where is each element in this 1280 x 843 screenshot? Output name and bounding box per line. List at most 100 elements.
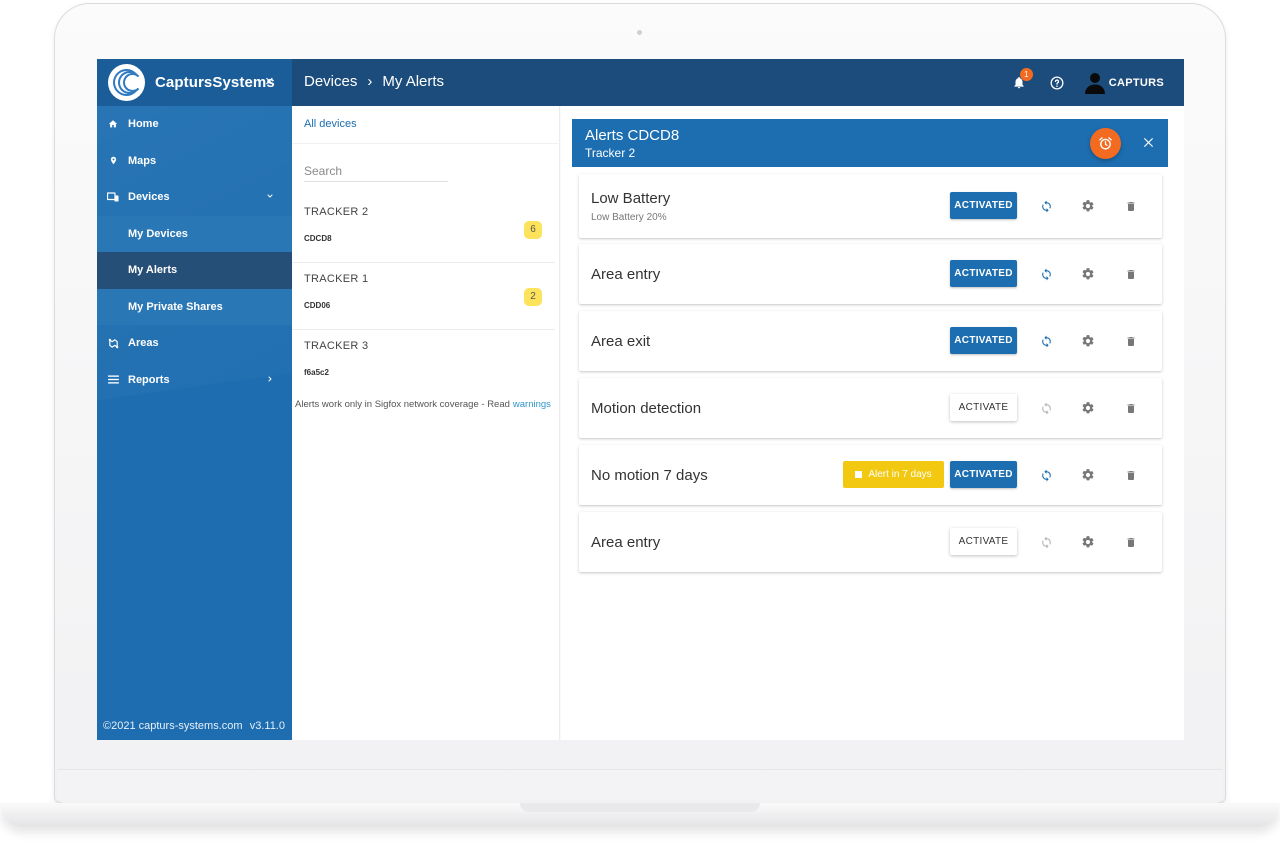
device-row-tracker-2[interactable]: TRACKER 2 CDCD8 6 — [292, 196, 555, 263]
sidebar-item-maps[interactable]: Maps — [97, 143, 292, 180]
notification-count-badge: 1 — [1019, 67, 1033, 81]
alarm-clock-icon — [1099, 137, 1112, 150]
sidebar-item-my-private-shares[interactable]: My Private Shares — [97, 288, 292, 325]
alert-title: Low Battery — [591, 190, 671, 207]
alert-card-area-entry: Area entry ACTIVATED — [579, 244, 1162, 304]
chevron-down-icon — [266, 191, 274, 203]
help-button[interactable] — [1047, 73, 1067, 93]
sidebar-collapse-icon[interactable]: × — [265, 73, 274, 90]
device-id: CDCD8 — [304, 234, 332, 243]
sidebar-item-label: Home — [128, 118, 159, 131]
brand-area: CaptursSystems × — [97, 59, 292, 106]
sync-icon[interactable] — [1037, 466, 1055, 484]
sidebar-item-areas[interactable]: Areas — [97, 325, 292, 362]
user-menu[interactable]: CAPTURS — [1084, 72, 1164, 94]
alerts-panel: Alerts CDCD8 Tracker 2 Low Battery Low B… — [561, 106, 1184, 740]
sidebar-item-my-devices[interactable]: My Devices — [97, 215, 292, 252]
gear-icon[interactable] — [1079, 466, 1097, 484]
sync-icon[interactable] — [1037, 399, 1055, 417]
alert-card-low-battery: Low Battery Low Battery 20% ACTIVATED — [579, 174, 1162, 238]
sidebar-item-label: My Alerts — [128, 264, 178, 277]
alert-card-no-motion-7-days: No motion 7 days Alert in 7 days ACTIVAT… — [579, 445, 1162, 505]
square-icon — [855, 471, 863, 478]
activate-button[interactable]: ACTIVATE — [950, 394, 1017, 421]
sidebar-item-devices[interactable]: Devices — [97, 179, 292, 216]
gear-icon[interactable] — [1079, 399, 1097, 417]
sidebar-item-label: Maps — [128, 154, 157, 167]
alert-count-badge: 6 — [524, 221, 542, 239]
device-row-tracker-3[interactable]: TRACKER 3 f6a5c2 — [292, 330, 555, 397]
top-bar: CaptursSystems × Devices › My Alerts 1 C… — [97, 59, 1184, 106]
alert-title: Area entry — [591, 266, 661, 283]
alert-title: Area entry — [591, 534, 661, 551]
gear-icon[interactable] — [1079, 533, 1097, 551]
search-input[interactable] — [304, 160, 448, 182]
alert-subtitle: Low Battery 20% — [591, 212, 667, 223]
activated-button[interactable]: ACTIVATED — [950, 461, 1017, 488]
sync-icon[interactable] — [1037, 332, 1055, 350]
pending-alert-text: Alert in 7 days — [868, 469, 932, 480]
close-icon — [1143, 137, 1153, 147]
gear-icon[interactable] — [1079, 332, 1097, 350]
trash-icon[interactable] — [1122, 332, 1140, 350]
alert-count-badge: 2 — [524, 288, 542, 306]
close-panel-button[interactable] — [1139, 133, 1157, 151]
activated-button[interactable]: ACTIVATED — [950, 260, 1017, 287]
breadcrumb-devices[interactable]: Devices — [304, 73, 357, 90]
home-icon — [107, 118, 119, 130]
app-screen: CaptursSystems × Devices › My Alerts 1 C… — [97, 59, 1184, 740]
areas-icon — [107, 337, 119, 349]
pending-alert-badge: Alert in 7 days — [843, 461, 944, 488]
alert-title: Area exit — [591, 333, 651, 350]
sidebar-footer: ©2021 capturs-systems.com v3.11.0 — [103, 720, 285, 732]
laptop-camera — [637, 30, 642, 35]
device-list-panel: All devices TRACKER 2 CDCD8 6 TRACKER 1 … — [292, 106, 560, 740]
sync-icon[interactable] — [1037, 197, 1055, 215]
devices-icon — [107, 191, 119, 203]
notifications-button[interactable]: 1 — [1009, 67, 1033, 93]
activated-button[interactable]: ACTIVATED — [950, 327, 1017, 354]
device-id: CDD06 — [304, 301, 331, 310]
alert-card-area-exit: Area exit ACTIVATED — [579, 311, 1162, 371]
sidebar-item-reports[interactable]: Reports — [97, 362, 292, 399]
device-id: f6a5c2 — [304, 368, 329, 377]
divider — [292, 143, 560, 144]
gear-icon[interactable] — [1079, 197, 1097, 215]
map-pin-icon — [107, 155, 119, 167]
warnings-link[interactable]: warnings — [513, 399, 551, 410]
trash-icon[interactable] — [1122, 265, 1140, 283]
activate-button[interactable]: ACTIVATE — [950, 528, 1017, 555]
add-alert-button[interactable] — [1090, 128, 1121, 159]
user-name: CAPTURS — [1108, 76, 1164, 89]
all-devices-link[interactable]: All devices — [304, 118, 357, 130]
alert-card-motion-detection: Motion detection ACTIVATE — [579, 378, 1162, 438]
laptop-chin — [58, 769, 1222, 803]
topbar-actions: 1 CAPTURS — [1009, 59, 1184, 106]
sidebar-item-home[interactable]: Home — [97, 106, 292, 143]
gear-icon[interactable] — [1079, 265, 1097, 283]
trash-icon[interactable] — [1122, 466, 1140, 484]
help-icon — [1050, 76, 1064, 89]
copyright-text: ©2021 capturs-systems.com — [103, 720, 243, 732]
trash-icon[interactable] — [1122, 399, 1140, 417]
activated-button[interactable]: ACTIVATED — [950, 192, 1017, 219]
version-text: v3.11.0 — [249, 720, 285, 732]
sidebar-item-label: Reports — [128, 373, 170, 386]
device-row-tracker-1[interactable]: TRACKER 1 CDD06 2 — [292, 263, 555, 330]
avatar-icon — [1084, 72, 1105, 94]
breadcrumb: Devices › My Alerts — [304, 73, 444, 90]
menu-lines-icon — [107, 374, 119, 386]
breadcrumb-my-alerts: My Alerts — [382, 73, 445, 90]
sidebar-item-my-alerts[interactable]: My Alerts — [97, 252, 292, 289]
alert-title: No motion 7 days — [591, 467, 708, 484]
sync-icon[interactable] — [1037, 265, 1055, 283]
sync-icon[interactable] — [1037, 533, 1055, 551]
trash-icon[interactable] — [1122, 197, 1140, 215]
brand-name: CaptursSystems — [155, 74, 275, 91]
sidebar-item-label: My Private Shares — [128, 300, 223, 313]
laptop-notch — [520, 803, 760, 812]
alert-card-area-entry-2: Area entry ACTIVATE — [579, 512, 1162, 572]
sidebar-item-label: My Devices — [128, 227, 188, 240]
trash-icon[interactable] — [1122, 533, 1140, 551]
alerts-title: Alerts CDCD8 — [585, 127, 680, 144]
